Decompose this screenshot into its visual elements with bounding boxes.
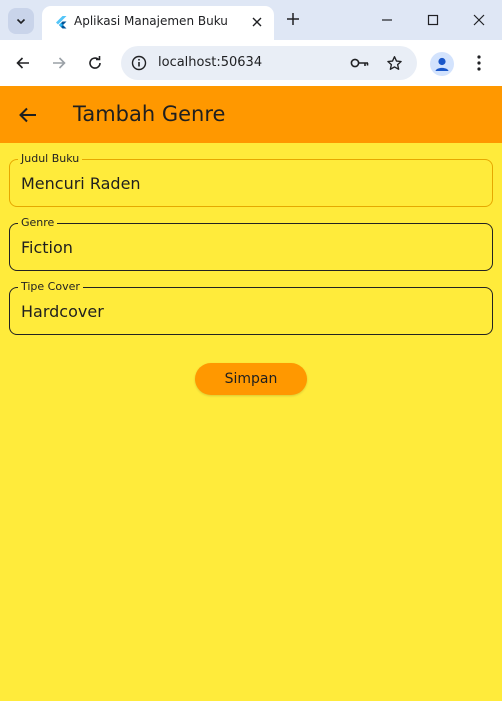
genre-field[interactable]: Genre Fiction xyxy=(9,216,493,271)
chevron-down-icon xyxy=(16,18,26,25)
more-vert-icon xyxy=(477,55,481,71)
arrow-left-icon xyxy=(16,57,29,69)
reload-icon xyxy=(89,56,101,69)
judul-buku-label: Judul Buku xyxy=(18,152,83,166)
app-back-button[interactable] xyxy=(14,101,42,129)
close-window-button[interactable] xyxy=(456,0,502,40)
key-icon[interactable] xyxy=(349,53,371,73)
star-icon[interactable] xyxy=(383,52,405,74)
maximize-icon xyxy=(427,14,439,26)
minimize-button[interactable] xyxy=(364,0,410,40)
forward-button[interactable] xyxy=(45,49,73,77)
page-title: Tambah Genre xyxy=(73,102,226,126)
judul-buku-value: Mencuri Raden xyxy=(21,174,141,193)
url-text: localhost:50634 xyxy=(158,55,263,70)
tab-search-button[interactable] xyxy=(8,8,34,34)
profile-avatar[interactable] xyxy=(430,52,454,76)
save-button[interactable]: Simpan xyxy=(195,363,307,395)
browser-tabstrip: Aplikasi Manajemen Buku xyxy=(0,0,502,40)
browser-tab[interactable]: Aplikasi Manajemen Buku xyxy=(42,6,274,40)
arrow-back-icon xyxy=(19,107,36,123)
browser-menu-button[interactable] xyxy=(468,51,490,75)
minimize-icon xyxy=(382,19,392,21)
new-tab-button[interactable] xyxy=(282,8,304,30)
maximize-button[interactable] xyxy=(410,0,456,40)
flutter-icon xyxy=(56,16,67,29)
tipe-cover-label: Tipe Cover xyxy=(18,280,83,294)
address-bar[interactable]: localhost:50634 xyxy=(121,46,417,80)
arrow-right-icon xyxy=(53,57,66,69)
tab-close-icon[interactable] xyxy=(248,13,266,31)
app-bar: Tambah Genre xyxy=(0,86,502,143)
plus-icon xyxy=(287,13,299,25)
back-button[interactable] xyxy=(9,49,37,77)
tipe-cover-field[interactable]: Tipe Cover Hardcover xyxy=(9,280,493,335)
person-icon xyxy=(435,57,449,71)
genre-label: Genre xyxy=(18,216,58,230)
genre-value: Fiction xyxy=(21,238,73,257)
tipe-cover-value: Hardcover xyxy=(21,302,104,321)
site-info-icon[interactable] xyxy=(129,53,149,73)
judul-buku-field[interactable]: Judul Buku Mencuri Raden xyxy=(9,152,493,207)
tab-title: Aplikasi Manajemen Buku xyxy=(74,14,228,28)
reload-button[interactable] xyxy=(81,49,109,77)
browser-toolbar: localhost:50634 xyxy=(0,40,502,86)
close-icon xyxy=(473,14,485,26)
